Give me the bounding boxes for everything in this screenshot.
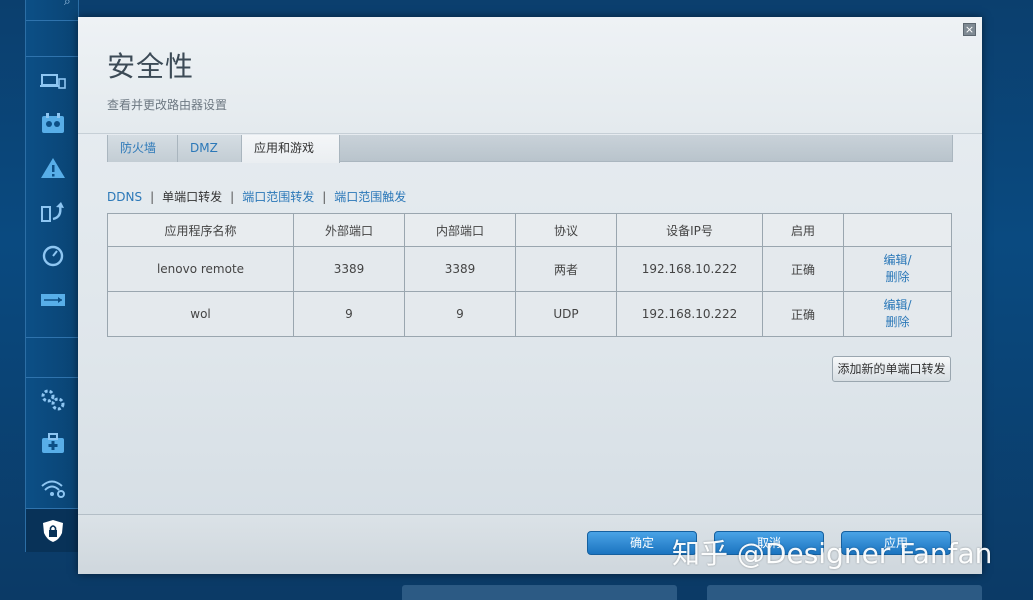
tab-label: 防火墙 bbox=[120, 141, 157, 155]
search-icon[interactable]: ⌕ bbox=[64, 0, 71, 9]
cell-external-port: 9 bbox=[293, 291, 405, 337]
cell-device-ip: 192.168.10.222 bbox=[616, 246, 763, 292]
rail-divider bbox=[26, 377, 80, 378]
table-row: lenovo remote 3389 3389 两者 192.168.10.22… bbox=[107, 246, 952, 292]
tab-label: 应用和游戏 bbox=[254, 141, 315, 155]
cell-protocol: 两者 bbox=[515, 246, 617, 292]
subnav-single-port-forwarding[interactable]: 单端口转发 bbox=[162, 188, 222, 205]
troubleshooting-icon[interactable] bbox=[39, 154, 67, 182]
cell-actions: 编辑/ 删除 bbox=[843, 246, 952, 292]
column-header: 启用 bbox=[762, 213, 844, 247]
cell-device-ip: 192.168.10.222 bbox=[616, 291, 763, 337]
delete-link[interactable]: 删除 bbox=[844, 314, 951, 331]
subnav-port-range-forwarding[interactable]: 端口范围转发 bbox=[242, 188, 314, 205]
column-header bbox=[843, 213, 952, 247]
security-dialog: × 安全性 查看并更改路由器设置 防火墙 DMZ 应用和游戏 DDNS | 单端… bbox=[78, 17, 982, 574]
rail-divider bbox=[26, 56, 80, 57]
device-list-icon[interactable] bbox=[39, 67, 67, 95]
tab-dmz[interactable]: DMZ bbox=[178, 135, 242, 162]
settings-gears-icon[interactable] bbox=[39, 386, 67, 414]
column-header: 外部端口 bbox=[293, 213, 405, 247]
close-icon[interactable]: × bbox=[963, 23, 976, 36]
cell-enabled: 正确 bbox=[762, 291, 844, 337]
cell-app-name: lenovo remote bbox=[107, 246, 294, 292]
port-forwarding-table: 应用程序名称 外部端口 内部端口 协议 设备IP号 启用 lenovo remo… bbox=[107, 213, 952, 337]
edit-link[interactable]: 编辑/ bbox=[844, 252, 951, 269]
rail-divider bbox=[26, 337, 80, 338]
tab-label: DMZ bbox=[190, 141, 218, 155]
cell-actions: 编辑/ 删除 bbox=[843, 291, 952, 337]
security-lock-icon bbox=[43, 520, 63, 542]
cell-external-port: 3389 bbox=[293, 246, 405, 292]
left-nav-rail: ⌕ bbox=[25, 0, 90, 552]
subnav-ddns[interactable]: DDNS bbox=[107, 190, 142, 204]
subnav-separator: | bbox=[230, 189, 235, 204]
dialog-header: × 安全性 查看并更改路由器设置 bbox=[78, 17, 982, 134]
table-row: wol 9 9 UDP 192.168.10.222 正确 编辑/ 删除 bbox=[107, 291, 952, 337]
wireless-settings-icon[interactable] bbox=[39, 474, 67, 502]
rail-divider bbox=[26, 20, 80, 21]
subnav-port-range-triggering[interactable]: 端口范围触发 bbox=[334, 188, 406, 205]
cell-app-name: wol bbox=[107, 291, 294, 337]
cell-internal-port: 9 bbox=[404, 291, 516, 337]
subnav-separator: | bbox=[322, 189, 327, 204]
medical-kit-icon[interactable] bbox=[39, 430, 67, 458]
add-single-port-forward-button[interactable]: 添加新的单端口转发 bbox=[832, 356, 951, 382]
column-header: 内部端口 bbox=[404, 213, 516, 247]
delete-link[interactable]: 删除 bbox=[844, 269, 951, 286]
backup-restore-icon[interactable] bbox=[39, 198, 67, 226]
page-title: 安全性 bbox=[107, 50, 195, 83]
page-subtitle: 查看并更改路由器设置 bbox=[107, 98, 228, 112]
background-panel bbox=[707, 585, 982, 600]
column-header: 设备IP号 bbox=[616, 213, 763, 247]
tab-firewall[interactable]: 防火墙 bbox=[108, 135, 178, 162]
subnav-separator: | bbox=[150, 189, 155, 204]
watermark-text: 知乎 @Designer Fanfan bbox=[672, 537, 993, 570]
table-header-row: 应用程序名称 外部端口 内部端口 协议 设备IP号 启用 bbox=[107, 213, 952, 247]
cell-internal-port: 3389 bbox=[404, 246, 516, 292]
usb-storage-icon[interactable] bbox=[39, 286, 67, 314]
tab-bar: 防火墙 DMZ 应用和游戏 bbox=[107, 135, 953, 163]
cell-enabled: 正确 bbox=[762, 246, 844, 292]
speed-test-icon[interactable] bbox=[39, 242, 67, 270]
sub-navigation: DDNS | 单端口转发 | 端口范围转发 | 端口范围触发 bbox=[107, 188, 406, 205]
column-header: 协议 bbox=[515, 213, 617, 247]
edit-link[interactable]: 编辑/ bbox=[844, 297, 951, 314]
rail-item-security[interactable] bbox=[26, 508, 90, 552]
tab-apps-and-gaming[interactable]: 应用和游戏 bbox=[242, 135, 340, 163]
background-panel bbox=[402, 585, 677, 600]
parental-controls-icon[interactable] bbox=[39, 110, 67, 138]
column-header: 应用程序名称 bbox=[107, 213, 294, 247]
cell-protocol: UDP bbox=[515, 291, 617, 337]
